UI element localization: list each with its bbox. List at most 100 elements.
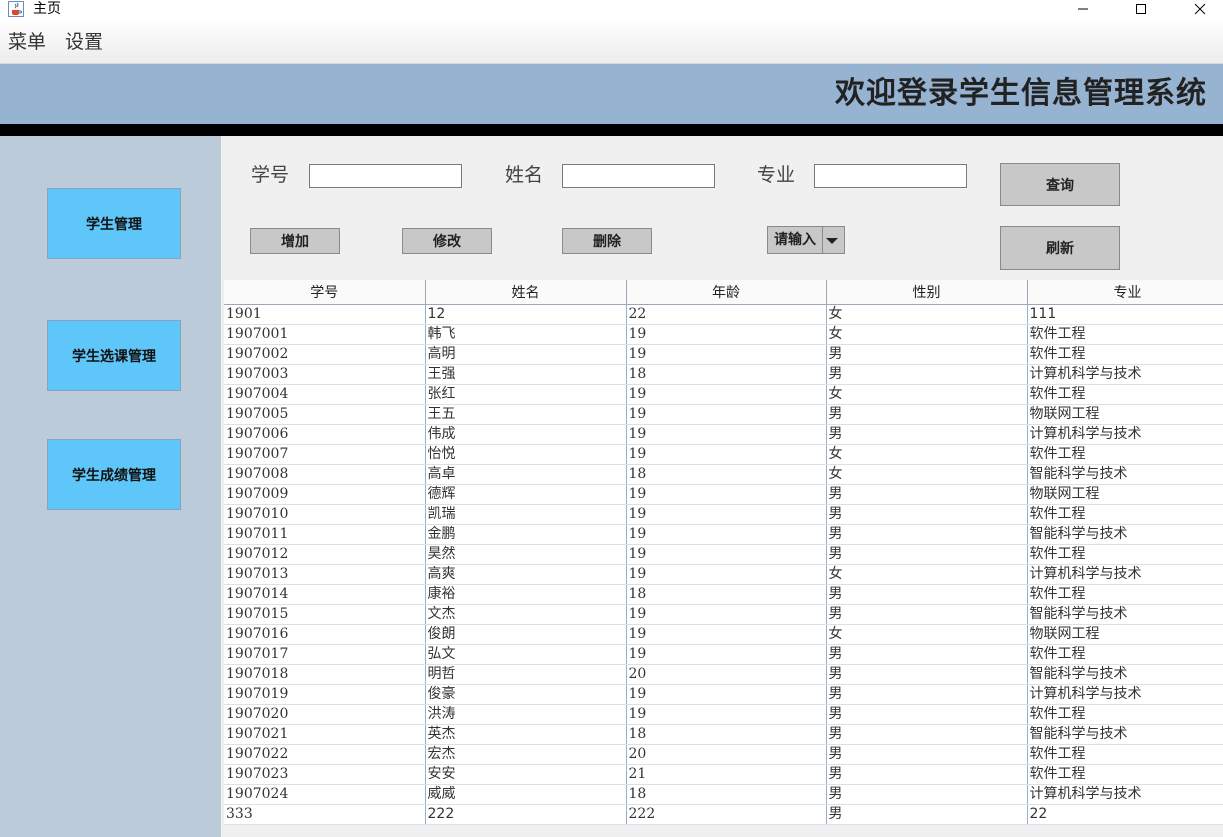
table-row[interactable]: 1907008 高卓 18 女智能科学与技术 (224, 464, 1223, 485)
cell-gender[interactable]: 女 (826, 384, 1028, 405)
cell-gender[interactable]: 男 (826, 684, 1028, 705)
cell-age[interactable]: 222 (626, 804, 827, 825)
cell-age[interactable]: 19 (626, 704, 827, 725)
table-row[interactable]: 1907024 威威 18 男计算机科学与技术 (224, 784, 1223, 805)
cell-gender[interactable]: 女 (826, 564, 1028, 585)
column-header-gender[interactable]: 性别 (826, 280, 1028, 305)
cell-age[interactable]: 19 (626, 424, 827, 445)
table-row[interactable]: 1907012 昊然 19 男软件工程 (224, 544, 1223, 565)
cell-major[interactable]: 物联网工程 (1027, 404, 1223, 425)
cell-age[interactable]: 19 (626, 504, 827, 525)
table-row[interactable]: 1907011 金鹏 19 男智能科学与技术 (224, 524, 1223, 545)
cell-age[interactable]: 19 (626, 644, 827, 665)
cell-name[interactable]: 王五 (425, 404, 627, 425)
cell-id[interactable]: 1907021 (224, 724, 426, 745)
add-button[interactable]: 增加 (250, 228, 340, 254)
close-button[interactable] (1177, 0, 1223, 19)
cell-id[interactable]: 1907001 (224, 324, 426, 345)
cell-major[interactable]: 软件工程 (1027, 544, 1223, 565)
cell-age[interactable]: 19 (626, 524, 827, 545)
table-row[interactable]: 1907002 高明 19 男软件工程 (224, 344, 1223, 365)
menu-item-settings[interactable]: 设置 (65, 31, 103, 53)
cell-name[interactable]: 弘文 (425, 644, 627, 665)
cell-gender[interactable]: 男 (826, 744, 1028, 765)
cell-id[interactable]: 1907011 (224, 524, 426, 545)
cell-name[interactable]: 文杰 (425, 604, 627, 625)
cell-name[interactable]: 威威 (425, 784, 627, 805)
cell-id[interactable]: 1907023 (224, 764, 426, 785)
cell-name[interactable]: 康裕 (425, 584, 627, 605)
cell-id[interactable]: 333 (224, 804, 426, 825)
cell-gender[interactable]: 男 (826, 584, 1028, 605)
cell-major[interactable]: 软件工程 (1027, 324, 1223, 345)
cell-id[interactable]: 1907019 (224, 684, 426, 705)
refresh-button[interactable]: 刷新 (1000, 226, 1120, 270)
cell-major[interactable]: 计算机科学与技术 (1027, 364, 1223, 385)
column-header-age[interactable]: 年龄 (626, 280, 827, 305)
cell-major[interactable]: 智能科学与技术 (1027, 524, 1223, 545)
cell-name[interactable]: 高明 (425, 344, 627, 365)
cell-major[interactable]: 物联网工程 (1027, 624, 1223, 645)
cell-name[interactable]: 明哲 (425, 664, 627, 685)
table-row[interactable]: 1907019 俊豪 19 男计算机科学与技术 (224, 684, 1223, 705)
table-row[interactable]: 1907023 安安 21 男软件工程 (224, 764, 1223, 785)
cell-age[interactable]: 19 (626, 444, 827, 465)
cell-major[interactable]: 计算机科学与技术 (1027, 424, 1223, 445)
cell-major[interactable]: 计算机科学与技术 (1027, 684, 1223, 705)
cell-age[interactable]: 18 (626, 784, 827, 805)
cell-gender[interactable]: 女 (826, 324, 1028, 345)
cell-name[interactable]: 韩飞 (425, 324, 627, 345)
cell-id[interactable]: 1907020 (224, 704, 426, 725)
cell-gender[interactable]: 男 (826, 424, 1028, 445)
cell-major[interactable]: 软件工程 (1027, 344, 1223, 365)
cell-gender[interactable]: 男 (826, 764, 1028, 785)
cell-name[interactable]: 俊朗 (425, 624, 627, 645)
table-row[interactable]: 1907022 宏杰 20 男软件工程 (224, 744, 1223, 765)
cell-age[interactable]: 19 (626, 564, 827, 585)
cell-major[interactable]: 软件工程 (1027, 764, 1223, 785)
cell-id[interactable]: 1907014 (224, 584, 426, 605)
column-header-major[interactable]: 专业 (1027, 280, 1223, 305)
column-header-name[interactable]: 姓名 (425, 280, 627, 305)
cell-gender[interactable]: 男 (826, 364, 1028, 385)
cell-id[interactable]: 1907010 (224, 504, 426, 525)
cell-id[interactable]: 1907017 (224, 644, 426, 665)
table-row[interactable]: 1907015 文杰 19 男智能科学与技术 (224, 604, 1223, 625)
cell-major[interactable]: 111 (1027, 304, 1223, 325)
cell-major[interactable]: 计算机科学与技术 (1027, 784, 1223, 805)
sidebar-item-grade-management[interactable]: 学生成绩管理 (47, 439, 181, 510)
cell-id[interactable]: 1907024 (224, 784, 426, 805)
cell-id[interactable]: 1907003 (224, 364, 426, 385)
edit-button[interactable]: 修改 (402, 228, 492, 254)
table-row[interactable]: 1907003 王强 18 男计算机科学与技术 (224, 364, 1223, 385)
table-row[interactable]: 1907018 明哲 20 男智能科学与技术 (224, 664, 1223, 685)
cell-major[interactable]: 22 (1027, 804, 1223, 825)
cell-major[interactable]: 软件工程 (1027, 444, 1223, 465)
sidebar-item-student-management[interactable]: 学生管理 (47, 188, 181, 259)
table-row[interactable]: 1907021 英杰 18 男智能科学与技术 (224, 724, 1223, 745)
cell-age[interactable]: 19 (626, 484, 827, 505)
cell-id[interactable]: 1907005 (224, 404, 426, 425)
cell-id[interactable]: 1907018 (224, 664, 426, 685)
table-row[interactable]: 1907020 洪涛 19 男软件工程 (224, 704, 1223, 725)
name-input[interactable] (562, 164, 715, 188)
cell-id[interactable]: 1907016 (224, 624, 426, 645)
cell-gender[interactable]: 男 (826, 404, 1028, 425)
cell-id[interactable]: 1907015 (224, 604, 426, 625)
cell-major[interactable]: 物联网工程 (1027, 484, 1223, 505)
cell-name[interactable]: 金鹏 (425, 524, 627, 545)
cell-age[interactable]: 19 (626, 324, 827, 345)
cell-name[interactable]: 12 (425, 304, 627, 325)
cell-id[interactable]: 1901 (224, 304, 426, 325)
major-input[interactable] (814, 164, 967, 188)
cell-id[interactable]: 1907022 (224, 744, 426, 765)
student-table-container[interactable]: 学号 姓名 年龄 性别 专业 1901 12 22 女 111 1907001 韩飞 19 女软… (224, 280, 1223, 837)
query-button[interactable]: 查询 (1000, 163, 1120, 206)
cell-gender[interactable]: 男 (826, 724, 1028, 745)
table-row[interactable]: 1907013 高爽 19 女计算机科学与技术 (224, 564, 1223, 585)
cell-name[interactable]: 凯瑞 (425, 504, 627, 525)
cell-name[interactable]: 王强 (425, 364, 627, 385)
cell-age[interactable]: 19 (626, 604, 827, 625)
cell-major[interactable]: 软件工程 (1027, 584, 1223, 605)
delete-button[interactable]: 删除 (562, 228, 652, 254)
